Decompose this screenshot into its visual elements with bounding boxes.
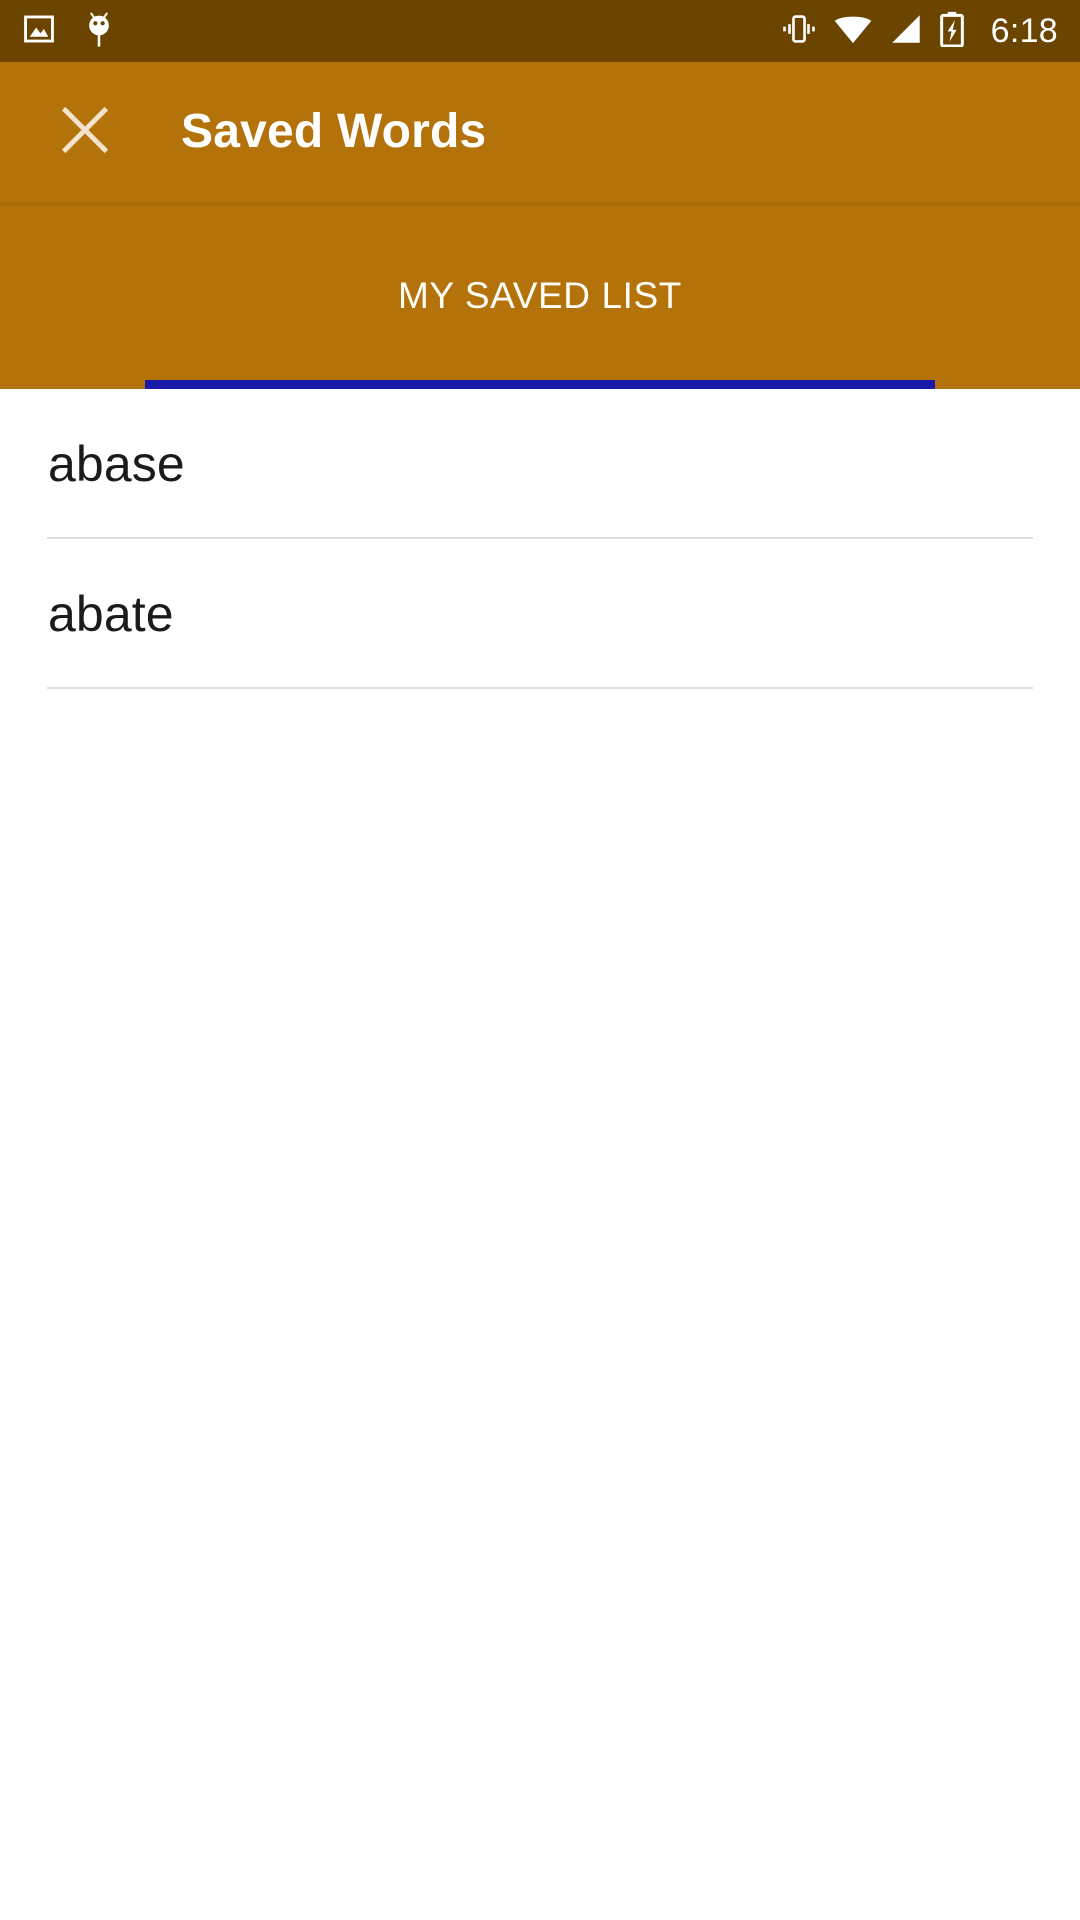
tab-bar: MY SAVED LIST [0,202,1080,389]
app-bar: Saved Words [0,62,1080,202]
close-icon [54,99,116,166]
android-debug-icon [82,10,116,53]
page-title: Saved Words [181,105,487,158]
tab-selected-indicator [145,380,935,389]
list-divider [47,687,1033,689]
phone-screen: 6:18 Saved Words MY SAVED LIST abase aba… [0,0,1080,1920]
cell-signal-icon [889,13,923,50]
saved-word-label: abase [48,436,185,492]
tab-label: MY SAVED LIST [397,275,683,316]
status-bar: 6:18 [0,0,1080,62]
saved-words-list: abase abate [0,389,1080,1920]
status-bar-left-icons [22,10,116,53]
tab-row: MY SAVED LIST [0,206,1080,385]
tab-my-saved-list[interactable]: MY SAVED LIST [0,206,1080,385]
status-clock: 6:18 [990,12,1058,50]
status-bar-right-icons: 6:18 [781,11,1058,52]
image-icon [22,12,56,51]
battery-charging-icon [939,11,965,52]
saved-word-label: abate [48,586,174,642]
list-item[interactable]: abate [0,539,1080,689]
wifi-icon [833,13,873,50]
list-item[interactable]: abase [0,389,1080,539]
vibrate-icon [781,12,817,51]
close-button[interactable] [35,82,135,182]
